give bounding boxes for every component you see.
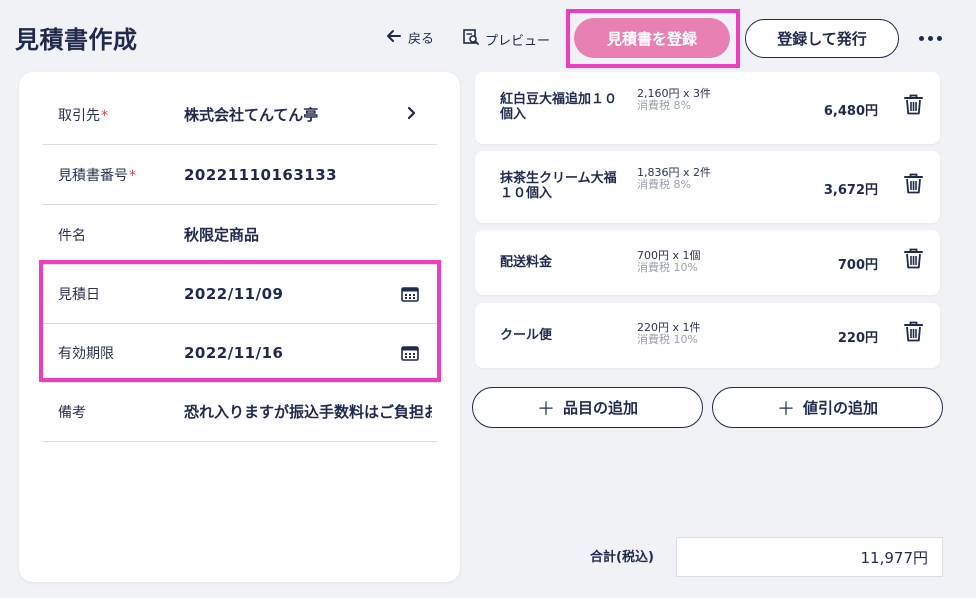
back-button[interactable]: 戻る [386, 28, 434, 47]
item-tax: 消費税 8% [637, 99, 691, 112]
item-detail: 700円 x 1個 消費税 10% [637, 249, 701, 274]
line-item-card[interactable]: クール便 220円 x 1件 消費税 10% 220円 [475, 303, 940, 368]
required-mark: * [129, 167, 136, 184]
dot-icon [918, 35, 924, 41]
client-label: 取引先* [58, 107, 108, 124]
dot-icon [927, 35, 933, 41]
trash-icon[interactable] [904, 173, 923, 198]
register-estimate-button[interactable]: 見積書を登録 [574, 18, 730, 58]
trash-icon[interactable] [904, 94, 923, 119]
dot-icon [936, 35, 942, 41]
client-field[interactable]: 取引先* 株式会社てんてん亭 [42, 85, 437, 145]
preview-button[interactable]: プレビュー [462, 28, 550, 50]
plus-icon: ＋ [776, 398, 795, 419]
add-item-label: 品目の追加 [562, 400, 638, 417]
item-name: クール便 [500, 328, 553, 343]
back-label: 戻る [408, 32, 435, 47]
add-discount-button[interactable]: ＋ 値引の追加 [712, 387, 943, 428]
notes-field[interactable]: 備考 恐れ入りますが振込手数料はご負担お [42, 382, 437, 442]
item-detail: 1,836円 x 2件 消費税 8% [637, 166, 711, 191]
subject-label: 件名 [58, 227, 86, 244]
preview-label: プレビュー [485, 33, 551, 49]
client-value: 株式会社てんてん亭 [184, 106, 319, 124]
register-and-issue-button[interactable]: 登録して発行 [745, 19, 899, 58]
preview-icon [462, 28, 480, 50]
add-item-button[interactable]: ＋ 品目の追加 [472, 387, 703, 428]
item-detail: 2,160円 x 3件 消費税 8% [637, 87, 711, 112]
estimate-number-value: 20221110163133 [184, 165, 338, 184]
item-name: 紅白豆大福追加１０個入 [500, 92, 618, 122]
arrow-left-icon [386, 29, 402, 47]
item-name: 配送料金 [500, 255, 553, 270]
required-mark: * [101, 107, 108, 124]
estimate-number-label: 見積書番号* [58, 167, 136, 184]
estimate-number-field[interactable]: 見積書番号* 20221110163133 [42, 145, 437, 205]
item-tax: 消費税 8% [637, 178, 691, 191]
add-discount-label: 値引の追加 [802, 400, 878, 417]
top-toolbar: 戻る プレビュー 見積書を登録 登録して発行 [0, 0, 976, 70]
line-item-card[interactable]: 配送料金 700円 x 1個 消費税 10% 700円 [475, 230, 940, 295]
subject-field[interactable]: 件名 秋限定商品 [42, 205, 437, 265]
notes-label: 備考 [58, 404, 86, 421]
trash-icon[interactable] [904, 248, 923, 273]
item-amount: 220円 [837, 331, 878, 346]
item-amount: 6,480円 [823, 104, 878, 119]
item-amount: 700円 [837, 258, 878, 273]
notes-value: 恐れ入りますが振込手数料はご負担お [184, 403, 432, 421]
plus-icon: ＋ [536, 398, 555, 419]
item-amount: 3,672円 [823, 183, 878, 198]
trash-icon[interactable] [904, 321, 923, 346]
line-item-card[interactable]: 紅白豆大福追加１０個入 2,160円 x 3件 消費税 8% 6,480円 [475, 72, 940, 144]
subject-value: 秋限定商品 [184, 226, 260, 244]
chevron-right-icon [407, 105, 417, 124]
total-label: 合計(税込) [590, 550, 654, 565]
line-item-card[interactable]: 抹茶生クリーム大福１０個入 1,836円 x 2件 消費税 8% 3,672円 [475, 151, 940, 223]
item-name: 抹茶生クリーム大福１０個入 [500, 171, 617, 201]
item-tax: 消費税 10% [637, 261, 698, 274]
item-tax: 消費税 10% [637, 333, 698, 346]
more-options-button[interactable] [913, 26, 947, 50]
total-value: 11,977円 [676, 537, 943, 577]
date-fields-highlight [39, 260, 441, 382]
item-detail: 220円 x 1件 消費税 10% [637, 321, 701, 346]
